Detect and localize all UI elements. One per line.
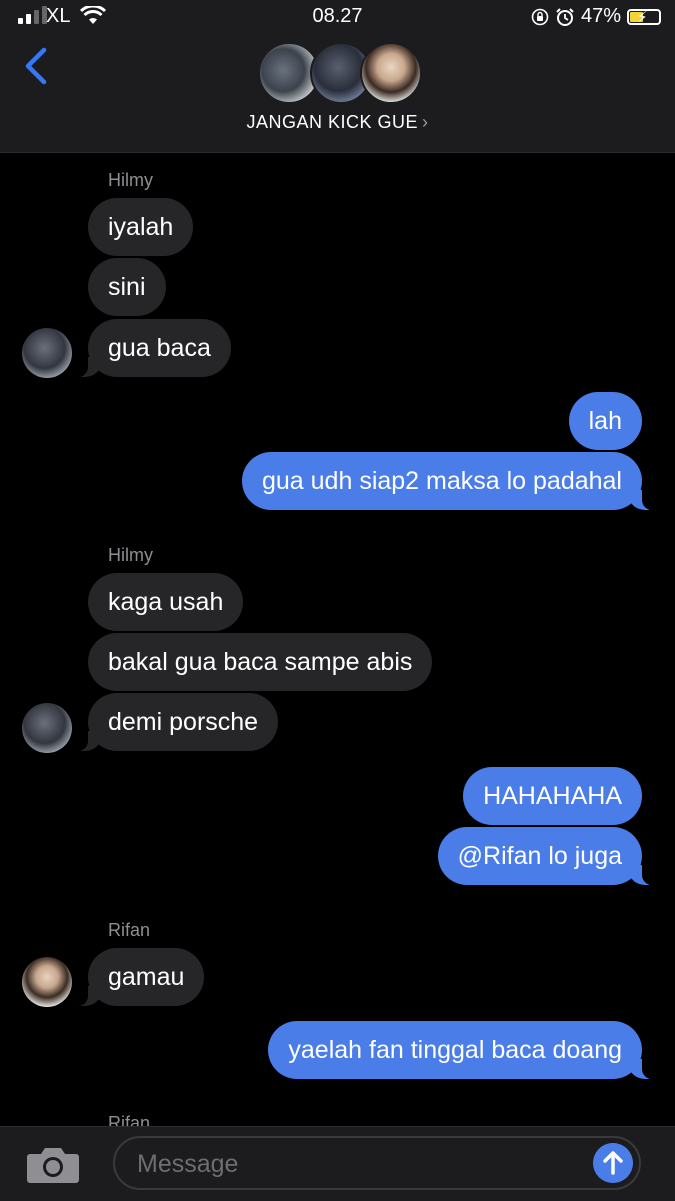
orientation-lock-icon xyxy=(531,8,549,25)
group-avatars[interactable] xyxy=(258,40,428,106)
sender-name: Hilmy xyxy=(108,170,153,190)
group-title[interactable]: JANGAN KICK GUE › xyxy=(0,112,675,133)
incoming-message[interactable]: bakal gua baca sampe abis xyxy=(88,633,433,691)
outgoing-message[interactable]: gua udh siap2 maksa lo padahal xyxy=(242,452,654,510)
message-input-bar xyxy=(0,1126,675,1201)
incoming-message[interactable]: sini xyxy=(88,258,166,316)
incoming-message[interactable]: gua baca xyxy=(76,319,231,377)
message-input[interactable] xyxy=(135,1138,579,1190)
sender-name: Rifan xyxy=(108,920,151,940)
group-avatar-3 xyxy=(360,42,422,104)
conversation-header: JANGAN KICK GUE › xyxy=(0,36,675,153)
incoming-message[interactable]: iyalah xyxy=(88,198,194,256)
incoming-message[interactable]: gamau xyxy=(75,948,205,1006)
alarm-icon xyxy=(556,7,574,26)
incoming-message[interactable]: demi porsche xyxy=(75,693,279,751)
outgoing-message[interactable]: yaelah fan tinggal baca doang xyxy=(268,1021,654,1079)
outgoing-message[interactable]: HAHAHAHA xyxy=(463,767,642,825)
sender-avatar[interactable] xyxy=(22,703,72,753)
battery-icon: ⚡ xyxy=(627,8,661,26)
status-bar: XL 08.27 47% ⚡ xyxy=(0,0,675,36)
outgoing-message[interactable]: lah xyxy=(568,392,642,450)
group-name-label: JANGAN KICK GUE xyxy=(246,112,419,132)
chevron-right-icon: › xyxy=(422,112,429,132)
send-arrow-icon[interactable] xyxy=(593,1143,633,1183)
sender-avatar[interactable] xyxy=(22,957,72,1007)
sender-name: Hilmy xyxy=(108,545,153,565)
camera-icon[interactable] xyxy=(26,1144,80,1184)
battery-percentage: 47% xyxy=(580,5,621,27)
outgoing-message[interactable]: @Rifan lo juga xyxy=(437,827,655,885)
sender-avatar[interactable] xyxy=(22,328,72,378)
back-chevron-icon[interactable] xyxy=(22,46,52,86)
incoming-message[interactable]: kaga usah xyxy=(88,573,244,631)
message-field[interactable] xyxy=(113,1136,641,1190)
